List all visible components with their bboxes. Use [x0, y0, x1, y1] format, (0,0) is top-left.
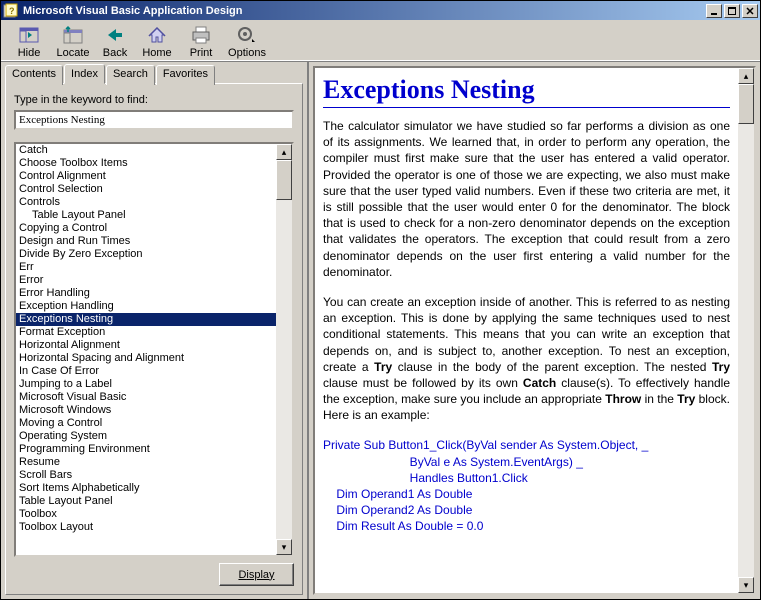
- scroll-track[interactable]: [738, 124, 754, 577]
- tab-strip: Contents Index Search Favorites: [5, 64, 303, 84]
- list-item[interactable]: Err: [16, 261, 276, 274]
- options-icon: [235, 24, 259, 46]
- list-item[interactable]: Scroll Bars: [16, 469, 276, 482]
- hide-icon: [17, 24, 41, 46]
- scroll-thumb[interactable]: [738, 84, 754, 124]
- scrollbar[interactable]: ▴ ▾: [276, 144, 292, 555]
- scroll-thumb[interactable]: [276, 160, 292, 200]
- list-item[interactable]: Sort Items Alphabetically: [16, 482, 276, 495]
- code-block: Private Sub Button1_Click(ByVal sender A…: [323, 437, 730, 534]
- hide-button[interactable]: Hide: [7, 23, 51, 60]
- titlebar: ? Microsoft Visual Basic Application Des…: [1, 1, 760, 20]
- back-icon: [103, 24, 127, 46]
- toolbar-label: Hide: [9, 47, 49, 59]
- list-item[interactable]: Catch: [16, 144, 276, 157]
- back-button[interactable]: Back: [95, 23, 135, 60]
- app-icon: ?: [3, 3, 19, 19]
- list-item[interactable]: Moving a Control: [16, 417, 276, 430]
- svg-text:?: ?: [9, 6, 15, 16]
- toolbar-label: Home: [137, 47, 177, 59]
- print-icon: [189, 24, 213, 46]
- window-title: Microsoft Visual Basic Application Desig…: [23, 5, 704, 17]
- toolbar-label: Back: [97, 47, 133, 59]
- scrollbar[interactable]: ▴ ▾: [738, 68, 754, 593]
- list-item[interactable]: Divide By Zero Exception: [16, 248, 276, 261]
- minimize-button[interactable]: [706, 4, 722, 18]
- list-item[interactable]: Control Selection: [16, 183, 276, 196]
- list-item[interactable]: Operating System: [16, 430, 276, 443]
- keyword-input[interactable]: [14, 110, 294, 130]
- document-body: Exceptions Nesting The calculator simula…: [315, 68, 738, 593]
- list-item[interactable]: Toolbox: [16, 508, 276, 521]
- index-listbox[interactable]: CatchChoose Toolbox ItemsControl Alignme…: [14, 142, 294, 557]
- scroll-up-button[interactable]: ▴: [738, 68, 754, 84]
- list-item[interactable]: Control Alignment: [16, 170, 276, 183]
- paragraph: You can create an exception inside of an…: [323, 294, 730, 424]
- list-item[interactable]: Exception Handling: [16, 300, 276, 313]
- list-item[interactable]: Copying a Control: [16, 222, 276, 235]
- list-item[interactable]: Jumping to a Label: [16, 378, 276, 391]
- list-item[interactable]: Exceptions Nesting: [16, 313, 276, 326]
- list-item[interactable]: Resume: [16, 456, 276, 469]
- list-item[interactable]: Error: [16, 274, 276, 287]
- list-item[interactable]: Microsoft Visual Basic: [16, 391, 276, 404]
- list-item[interactable]: Format Exception: [16, 326, 276, 339]
- list-item[interactable]: In Case Of Error: [16, 365, 276, 378]
- toolbar-label: Options: [225, 47, 269, 59]
- list-item[interactable]: Table Layout Panel: [16, 209, 276, 222]
- scroll-down-button[interactable]: ▾: [276, 539, 292, 555]
- home-button[interactable]: Home: [135, 23, 179, 60]
- list-item[interactable]: Table Layout Panel: [16, 495, 276, 508]
- toolbar-label: Locate: [53, 47, 93, 59]
- tab-favorites[interactable]: Favorites: [156, 65, 215, 85]
- list-item[interactable]: Programming Environment: [16, 443, 276, 456]
- list-item[interactable]: Microsoft Windows: [16, 404, 276, 417]
- tab-contents[interactable]: Contents: [5, 65, 63, 85]
- index-panel: Type in the keyword to find: CatchChoose…: [5, 83, 303, 595]
- home-icon: [145, 24, 169, 46]
- list-item[interactable]: Choose Toolbox Items: [16, 157, 276, 170]
- list-item[interactable]: Controls: [16, 196, 276, 209]
- toolbar: Hide Locate Back Home Print: [1, 20, 760, 62]
- close-button[interactable]: [742, 4, 758, 18]
- maximize-button[interactable]: [724, 4, 740, 18]
- list-item[interactable]: Horizontal Spacing and Alignment: [16, 352, 276, 365]
- options-button[interactable]: Options: [223, 23, 271, 60]
- list-item[interactable]: Horizontal Alignment: [16, 339, 276, 352]
- toolbar-label: Print: [181, 47, 221, 59]
- list-item[interactable]: Toolbox Layout: [16, 521, 276, 534]
- tab-index[interactable]: Index: [64, 64, 105, 84]
- list-item[interactable]: Error Handling: [16, 287, 276, 300]
- navigation-pane: Contents Index Search Favorites Type in …: [1, 62, 309, 599]
- print-button[interactable]: Print: [179, 23, 223, 60]
- paragraph: The calculator simulator we have studied…: [323, 118, 730, 280]
- tab-search[interactable]: Search: [106, 65, 155, 85]
- page-title: Exceptions Nesting: [323, 72, 730, 108]
- scroll-up-button[interactable]: ▴: [276, 144, 292, 160]
- locate-button[interactable]: Locate: [51, 23, 95, 60]
- scroll-track[interactable]: [276, 200, 292, 539]
- scroll-down-button[interactable]: ▾: [738, 577, 754, 593]
- display-button[interactable]: Display: [219, 563, 294, 586]
- content-pane: Exceptions Nesting The calculator simula…: [309, 62, 760, 599]
- list-item[interactable]: Design and Run Times: [16, 235, 276, 248]
- locate-icon: [61, 24, 85, 46]
- keyword-label: Type in the keyword to find:: [14, 94, 294, 106]
